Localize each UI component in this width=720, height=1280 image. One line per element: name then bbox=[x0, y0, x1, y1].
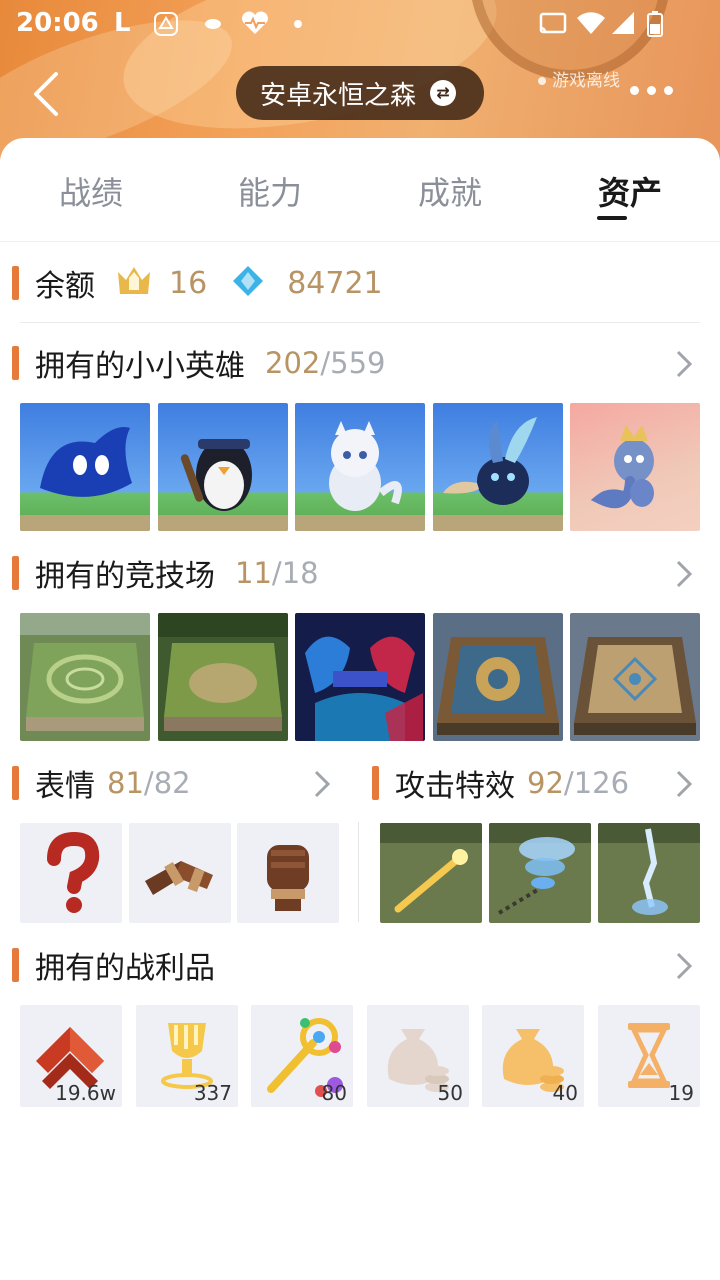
emote-fist-tile[interactable] bbox=[237, 823, 339, 923]
tab-bar: 战绩 能力 成就 资产 bbox=[0, 138, 720, 242]
game-status-label: 游戏离线 bbox=[552, 71, 620, 91]
emote-question-tile[interactable] bbox=[20, 823, 122, 923]
section-marker bbox=[12, 556, 19, 590]
dot-icon bbox=[293, 10, 303, 40]
little-legends-header[interactable]: 拥有的小小英雄 202/559 bbox=[12, 343, 386, 384]
loot-item[interactable]: 19.6w bbox=[20, 1005, 122, 1107]
little-legend-tile[interactable] bbox=[20, 403, 150, 531]
cast-icon bbox=[538, 10, 568, 42]
loot-quantity: 50 bbox=[437, 1081, 463, 1105]
heart-rate-icon bbox=[240, 10, 270, 42]
arena-tile[interactable] bbox=[295, 613, 425, 741]
server-name: 安卓永恒之森 bbox=[260, 80, 417, 111]
more-button[interactable] bbox=[630, 80, 690, 104]
emotes-header[interactable]: 表情 81/82 bbox=[12, 763, 191, 804]
attack-effect-tile[interactable] bbox=[598, 823, 700, 923]
battery-icon bbox=[646, 10, 664, 44]
gem-balance: 84721 bbox=[287, 265, 383, 301]
arena-tile[interactable] bbox=[570, 613, 700, 741]
more-dot-icon bbox=[647, 86, 656, 95]
little-legend-tile[interactable] bbox=[158, 403, 288, 531]
section-title: 表情 bbox=[35, 769, 95, 804]
signal-icon bbox=[608, 10, 636, 42]
section-marker bbox=[12, 948, 19, 982]
loot-quantity: 337 bbox=[193, 1081, 232, 1105]
back-button[interactable] bbox=[30, 70, 74, 118]
attack-effects-header[interactable]: 攻击特效 92/126 bbox=[372, 763, 630, 804]
loot-header[interactable]: 拥有的战利品 bbox=[12, 945, 215, 986]
section-count: 11/18 bbox=[235, 556, 319, 590]
section-count: 202/559 bbox=[265, 346, 386, 380]
app-notification-icon bbox=[152, 10, 180, 44]
wifi-icon bbox=[576, 10, 606, 42]
little-legend-tile[interactable] bbox=[295, 403, 425, 531]
server-switch-button[interactable]: 安卓永恒之森 ⇄ bbox=[236, 66, 484, 120]
section-title: 拥有的战利品 bbox=[35, 951, 215, 986]
little-legend-tile[interactable] bbox=[433, 403, 563, 531]
gold-balance: 16 bbox=[169, 265, 208, 301]
chevron-right-icon[interactable] bbox=[674, 769, 694, 799]
tab-ability[interactable]: 能力 bbox=[210, 168, 330, 214]
game-status: 游戏离线 bbox=[538, 66, 620, 91]
swap-icon: ⇄ bbox=[430, 80, 457, 106]
vertical-divider bbox=[358, 822, 359, 922]
chevron-right-icon[interactable] bbox=[674, 559, 694, 589]
arena-tile[interactable] bbox=[20, 613, 150, 741]
tab-record[interactable]: 战绩 bbox=[31, 168, 151, 214]
little-legend-tile[interactable] bbox=[570, 403, 700, 531]
loot-item[interactable]: 80 bbox=[251, 1005, 353, 1107]
gold-crown-icon bbox=[115, 264, 153, 302]
balance-row: 余额 16 84721 bbox=[12, 263, 383, 304]
loot-quantity: 40 bbox=[552, 1081, 578, 1105]
section-count: 92/126 bbox=[527, 766, 630, 800]
section-marker bbox=[12, 346, 19, 380]
section-marker bbox=[372, 766, 379, 800]
loot-item[interactable]: 19 bbox=[598, 1005, 700, 1107]
divider bbox=[20, 322, 700, 323]
gem-icon bbox=[231, 264, 265, 302]
chevron-right-icon[interactable] bbox=[674, 349, 694, 379]
tab-achievement[interactable]: 成就 bbox=[390, 168, 510, 214]
status-dot-icon bbox=[538, 77, 546, 85]
emote-arms-tile[interactable] bbox=[129, 823, 231, 923]
arena-tile[interactable] bbox=[433, 613, 563, 741]
cloud-icon bbox=[202, 10, 224, 38]
loot-quantity: 80 bbox=[321, 1081, 347, 1105]
loot-item[interactable]: 40 bbox=[482, 1005, 584, 1107]
more-dot-icon bbox=[630, 86, 639, 95]
status-time: 20:06 bbox=[16, 8, 99, 38]
loot-quantity: 19 bbox=[668, 1081, 694, 1105]
loot-item[interactable]: 50 bbox=[367, 1005, 469, 1107]
status-bar: 20:06 L bbox=[0, 0, 720, 50]
more-dot-icon bbox=[664, 86, 673, 95]
section-marker bbox=[12, 766, 19, 800]
section-marker bbox=[12, 266, 19, 300]
section-count: 81/82 bbox=[107, 766, 191, 800]
loot-quantity: 19.6w bbox=[55, 1081, 116, 1105]
section-title: 拥有的竞技场 bbox=[35, 559, 215, 594]
chevron-right-icon[interactable] bbox=[312, 769, 332, 799]
carrier-l-icon: L bbox=[114, 8, 131, 38]
section-title: 攻击特效 bbox=[395, 769, 515, 804]
attack-effect-tile[interactable] bbox=[489, 823, 591, 923]
balance-label: 余额 bbox=[35, 269, 95, 304]
arena-tile[interactable] bbox=[158, 613, 288, 741]
arenas-header[interactable]: 拥有的竞技场 11/18 bbox=[12, 553, 319, 594]
attack-effect-tile[interactable] bbox=[380, 823, 482, 923]
loot-item[interactable]: 337 bbox=[136, 1005, 238, 1107]
tab-assets[interactable]: 资产 bbox=[570, 168, 690, 214]
chevron-right-icon[interactable] bbox=[674, 951, 694, 981]
active-tab-indicator bbox=[597, 216, 627, 220]
section-title: 拥有的小小英雄 bbox=[35, 349, 245, 384]
